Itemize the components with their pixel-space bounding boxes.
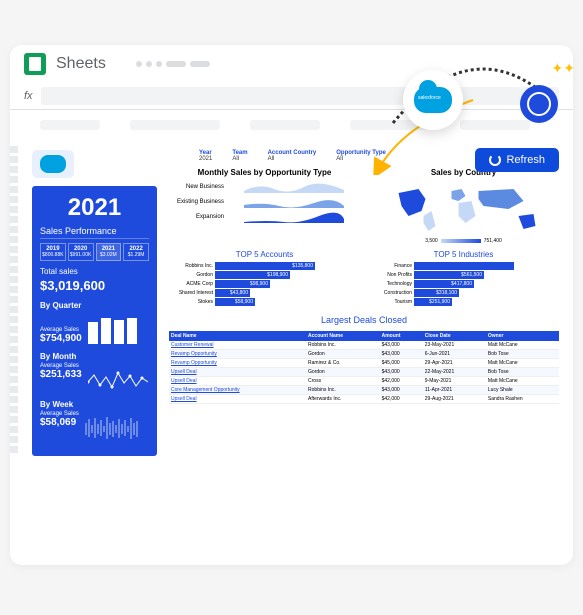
table-row[interactable]: Upsell DealGordon$43,00022-May-2021Bob T… <box>169 368 559 377</box>
world-map-icon <box>368 181 559 236</box>
toolbar-dots <box>136 61 210 67</box>
deals-table: Deal NameAccount NameAmountClose DateOwn… <box>169 331 559 404</box>
table-row[interactable]: Upsell DealCross$42,0009-May-2021Matt Mc… <box>169 377 559 386</box>
table-row[interactable]: Customer RenewalRobbins Inc.$43,00023-Ma… <box>169 341 559 350</box>
app-title: Sheets <box>56 55 106 73</box>
quarter-bars <box>88 316 137 344</box>
total-value: $3,019,600 <box>40 278 149 293</box>
monthly-sales-chart: Monthly Sales by Opportunity Type New Bu… <box>169 168 360 244</box>
table-row[interactable]: Core Management OpportunityRobbins Inc.$… <box>169 386 559 395</box>
year-heading: 2021 <box>40 194 149 222</box>
fx-label: fx <box>24 90 33 102</box>
dashboard-content: 2021 Sales Performance 2019$800.88K 2020… <box>10 140 573 466</box>
table-row[interactable]: Upsell DealAfterwards Inc.$42,00029-Aug-… <box>169 395 559 404</box>
sparkle-icon: ✦✦ <box>552 60 575 77</box>
deals-title: Largest Deals Closed <box>169 315 559 325</box>
year-selector[interactable]: 2019$800.88K 2020$991.00K 2021$3.02M 202… <box>40 243 149 261</box>
top5-industries: TOP 5 Industries FinanceNon Profits$561,… <box>368 250 559 307</box>
coefficient-badge <box>520 85 558 123</box>
table-row[interactable]: Revamp OpportunityGordon$43,0006-Jun-202… <box>169 350 559 359</box>
sheets-icon <box>24 53 46 75</box>
sales-sidebar: 2021 Sales Performance 2019$800.88K 2020… <box>32 186 157 456</box>
table-row[interactable]: Revamp OpportunityRamirez & Co.$45,00029… <box>169 359 559 368</box>
total-label: Total sales <box>40 267 149 276</box>
filter-year[interactable]: Year2021 <box>199 150 212 162</box>
perf-title: Sales Performance <box>40 226 149 239</box>
week-sparkline <box>85 415 140 440</box>
refresh-icon <box>489 154 501 166</box>
month-sparkline <box>88 367 148 392</box>
row-numbers <box>10 140 22 453</box>
filter-team[interactable]: TeamAll <box>232 150 247 162</box>
refresh-button[interactable]: Refresh <box>475 148 559 172</box>
top5-accounts: TOP 5 Accounts Robbins Inc.$135,800Gordo… <box>169 250 360 307</box>
main-panel: Refresh Year2021 TeamAll Account Country… <box>169 150 559 456</box>
sales-by-country-chart: Sales by Country 3,500751,400 <box>368 168 559 244</box>
filter-country[interactable]: Account CountryAll <box>268 150 317 162</box>
map-scale: 3,500751,400 <box>368 238 559 244</box>
salesforce-badge <box>403 70 463 130</box>
salesforce-mini-badge <box>32 150 74 178</box>
